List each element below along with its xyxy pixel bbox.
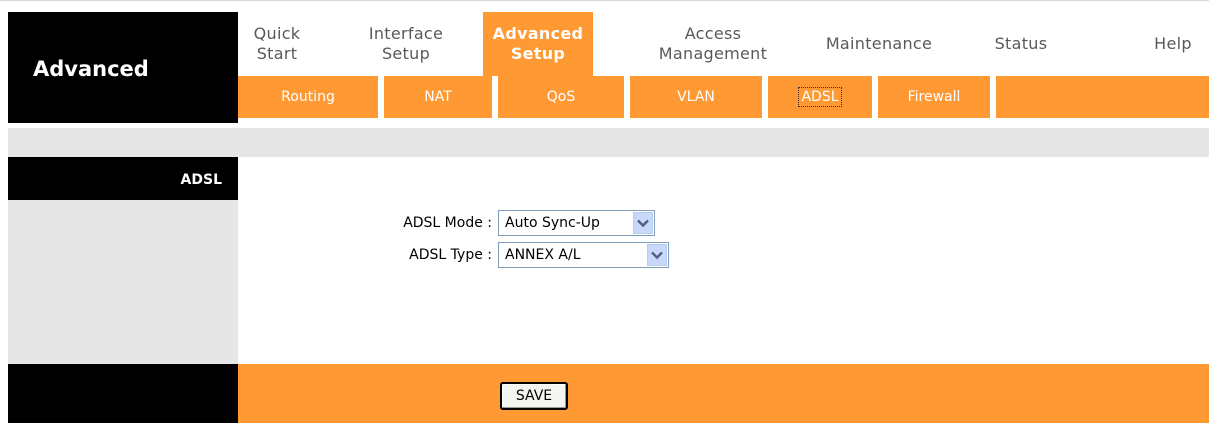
header-separator-band (8, 128, 1209, 157)
adsl-type-select[interactable]: ANNEX A/L (498, 242, 669, 268)
nav-label: Status (994, 34, 1048, 53)
adsl-type-row: ADSL Type : ANNEX A/L (378, 242, 669, 268)
subnav-label: QoS (546, 89, 576, 105)
nav-label: Advanced Setup (492, 24, 584, 63)
subnav-label: ADSL (798, 87, 842, 107)
section-title: ADSL (8, 157, 238, 200)
nav-label: Interface Setup (368, 24, 444, 63)
main-nav: Quick Start Interface Setup Advanced Set… (238, 12, 1209, 76)
subnav-label: Routing (281, 89, 335, 105)
sidebar-panel (8, 200, 238, 364)
adsl-type-value: ANNEX A/L (505, 247, 581, 263)
chevron-down-icon[interactable] (647, 244, 667, 266)
nav-access-management[interactable]: Access Management (638, 12, 788, 76)
subnav-firewall[interactable]: Firewall (878, 76, 990, 118)
brand-label: Advanced (33, 57, 149, 81)
adsl-mode-label: ADSL Mode : (403, 215, 492, 231)
footer-left-block (8, 364, 238, 423)
adsl-mode-select[interactable]: Auto Sync-Up (498, 210, 655, 236)
nav-label: Quick Start (253, 24, 301, 63)
subnav-label: NAT (424, 89, 452, 105)
subnav-fill (996, 76, 1209, 118)
nav-advanced-setup[interactable]: Advanced Setup (483, 12, 593, 76)
nav-label: Maintenance (825, 34, 933, 53)
sub-nav: Routing NAT QoS VLAN ADSL Firewall (238, 76, 1209, 122)
adsl-mode-row: ADSL Mode : Auto Sync-Up (378, 210, 655, 236)
subnav-qos[interactable]: QoS (498, 76, 624, 118)
adsl-mode-value: Auto Sync-Up (505, 215, 600, 231)
subnav-vlan[interactable]: VLAN (630, 76, 762, 118)
chevron-down-icon[interactable] (633, 212, 653, 234)
nav-label: Access Management (658, 24, 768, 63)
subnav-label: Firewall (907, 89, 961, 105)
nav-interface-setup[interactable]: Interface Setup (356, 12, 456, 76)
subnav-adsl[interactable]: ADSL (768, 76, 872, 118)
nav-quick-start[interactable]: Quick Start (238, 12, 316, 76)
subnav-routing[interactable]: Routing (238, 76, 378, 118)
footer-bar (238, 364, 1209, 423)
nav-help[interactable]: Help (1143, 12, 1203, 76)
nav-status[interactable]: Status (986, 12, 1056, 76)
save-button[interactable]: SAVE (500, 382, 568, 410)
subnav-label: VLAN (677, 89, 715, 105)
nav-label: Help (1154, 34, 1192, 53)
adsl-type-label: ADSL Type : (409, 247, 492, 263)
nav-maintenance[interactable]: Maintenance (810, 12, 948, 76)
top-divider (0, 0, 1209, 6)
subnav-nat[interactable]: NAT (384, 76, 492, 118)
